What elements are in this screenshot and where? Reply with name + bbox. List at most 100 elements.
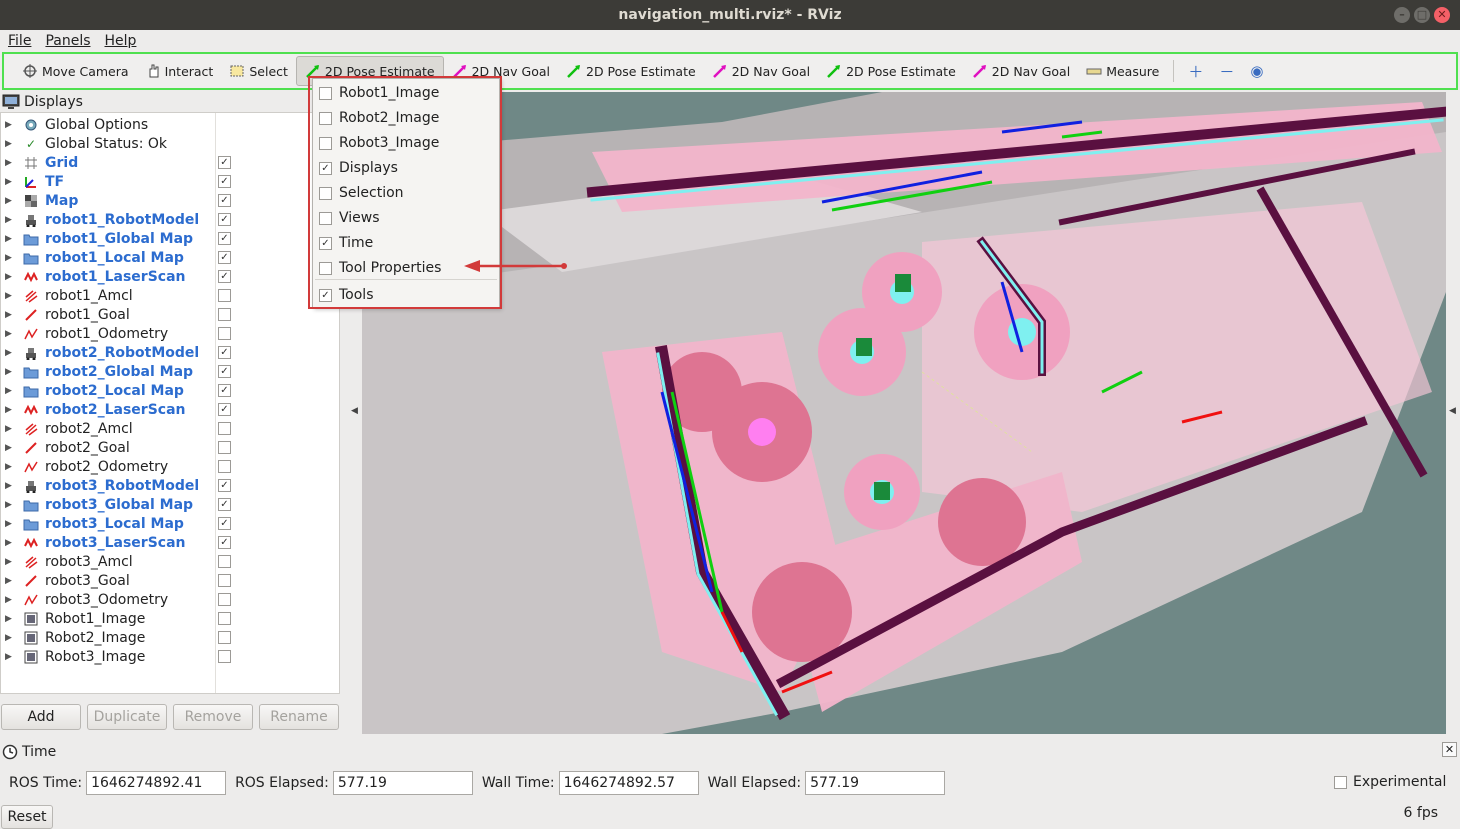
display-item[interactable]: ▶ robot3_Goal bbox=[1, 571, 339, 590]
expand-arrow-icon[interactable]: ▶ bbox=[5, 215, 15, 225]
display-enable-checkbox[interactable]: ✓ bbox=[218, 194, 231, 207]
display-item[interactable]: ▶ robot2_Amcl bbox=[1, 419, 339, 438]
experimental-checkbox[interactable]: Experimental bbox=[1334, 774, 1446, 790]
display-item[interactable]: ▶ Robot2_Image bbox=[1, 628, 339, 647]
tool-2d-nav-goal[interactable]: 2D Nav Goal bbox=[964, 56, 1078, 86]
ros-time-field[interactable]: 1646274892.41 bbox=[86, 771, 227, 795]
expand-arrow-icon[interactable]: ▶ bbox=[5, 462, 15, 472]
display-item[interactable]: ▶ robot3_Local Map ✓ bbox=[1, 514, 339, 533]
eye-icon[interactable]: ◉ bbox=[1242, 56, 1271, 86]
display-enable-checkbox[interactable]: ✓ bbox=[218, 270, 231, 283]
display-enable-checkbox[interactable] bbox=[218, 422, 231, 435]
collapse-right-arrow-icon[interactable]: ◀ bbox=[1449, 406, 1456, 416]
expand-arrow-icon[interactable]: ▶ bbox=[5, 614, 15, 624]
display-enable-checkbox[interactable] bbox=[218, 574, 231, 587]
wall-elapsed-field[interactable]: 577.19 bbox=[805, 771, 946, 795]
expand-arrow-icon[interactable]: ▶ bbox=[5, 557, 15, 567]
ros-elapsed-field[interactable]: 577.19 bbox=[332, 771, 473, 795]
display-enable-checkbox[interactable] bbox=[218, 555, 231, 568]
display-item[interactable]: ▶ robot3_Global Map ✓ bbox=[1, 495, 339, 514]
tool-2d-pose-estimate[interactable]: 2D Pose Estimate bbox=[558, 56, 704, 86]
display-item[interactable]: ▶ robot2_Goal bbox=[1, 438, 339, 457]
tool-move-camera[interactable]: Move Camera bbox=[14, 56, 137, 86]
tool-measure[interactable]: Measure bbox=[1078, 56, 1167, 86]
expand-arrow-icon[interactable]: ▶ bbox=[5, 652, 15, 662]
minus-icon[interactable]: － bbox=[1211, 56, 1242, 86]
display-enable-checkbox[interactable]: ✓ bbox=[218, 156, 231, 169]
render-3d-view[interactable] bbox=[362, 92, 1446, 734]
expand-arrow-icon[interactable]: ▶ bbox=[5, 633, 15, 643]
display-item[interactable]: ▶ Map ✓ bbox=[1, 191, 339, 210]
display-enable-checkbox[interactable]: ✓ bbox=[218, 213, 231, 226]
reset-button[interactable]: Reset bbox=[1, 805, 53, 829]
display-item[interactable]: ▶ robot2_Odometry bbox=[1, 457, 339, 476]
expand-arrow-icon[interactable]: ▶ bbox=[5, 120, 15, 130]
display-enable-checkbox[interactable] bbox=[218, 289, 231, 302]
display-enable-checkbox[interactable]: ✓ bbox=[218, 346, 231, 359]
expand-arrow-icon[interactable]: ▶ bbox=[5, 234, 15, 244]
display-enable-checkbox[interactable]: ✓ bbox=[218, 232, 231, 245]
expand-arrow-icon[interactable]: ▶ bbox=[5, 272, 15, 282]
display-enable-checkbox[interactable] bbox=[218, 650, 231, 663]
expand-arrow-icon[interactable]: ▶ bbox=[5, 386, 15, 396]
display-item[interactable]: ▶ TF ✓ bbox=[1, 172, 339, 191]
maximize-icon[interactable]: □ bbox=[1414, 7, 1430, 23]
expand-arrow-icon[interactable]: ▶ bbox=[5, 253, 15, 263]
plus-icon[interactable]: ＋ bbox=[1180, 56, 1211, 86]
display-enable-checkbox[interactable]: ✓ bbox=[218, 536, 231, 549]
display-item[interactable]: ▶ robot2_LaserScan ✓ bbox=[1, 400, 339, 419]
display-item[interactable]: ▶ robot2_Local Map ✓ bbox=[1, 381, 339, 400]
display-enable-checkbox[interactable] bbox=[218, 441, 231, 454]
display-item[interactable]: ▶ Grid ✓ bbox=[1, 153, 339, 172]
display-item[interactable]: ▶ robot1_Amcl bbox=[1, 286, 339, 305]
display-item[interactable]: ▶ Global Options bbox=[1, 115, 339, 134]
display-item[interactable]: ▶ robot2_Global Map ✓ bbox=[1, 362, 339, 381]
expand-arrow-icon[interactable]: ▶ bbox=[5, 367, 15, 377]
display-enable-checkbox[interactable] bbox=[218, 327, 231, 340]
expand-arrow-icon[interactable]: ▶ bbox=[5, 177, 15, 187]
add-button[interactable]: Add bbox=[1, 704, 81, 730]
display-item[interactable]: ▶ robot1_Goal bbox=[1, 305, 339, 324]
display-enable-checkbox[interactable]: ✓ bbox=[218, 175, 231, 188]
expand-arrow-icon[interactable]: ▶ bbox=[5, 329, 15, 339]
display-enable-checkbox[interactable] bbox=[218, 460, 231, 473]
tool-2d-nav-goal[interactable]: 2D Nav Goal bbox=[704, 56, 818, 86]
display-enable-checkbox[interactable]: ✓ bbox=[218, 517, 231, 530]
display-item[interactable]: ▶ robot1_Local Map ✓ bbox=[1, 248, 339, 267]
minimize-icon[interactable]: – bbox=[1394, 7, 1410, 23]
display-enable-checkbox[interactable] bbox=[218, 631, 231, 644]
expand-arrow-icon[interactable]: ▶ bbox=[5, 291, 15, 301]
display-item[interactable]: ▶ robot2_RobotModel ✓ bbox=[1, 343, 339, 362]
display-item[interactable]: ▶ Robot1_Image bbox=[1, 609, 339, 628]
expand-arrow-icon[interactable]: ▶ bbox=[5, 196, 15, 206]
expand-arrow-icon[interactable]: ▶ bbox=[5, 348, 15, 358]
display-enable-checkbox[interactable]: ✓ bbox=[218, 384, 231, 397]
display-enable-checkbox[interactable]: ✓ bbox=[218, 365, 231, 378]
display-item[interactable]: ▶ robot3_LaserScan ✓ bbox=[1, 533, 339, 552]
experimental-checkbox-box[interactable] bbox=[1334, 775, 1347, 789]
rename-button[interactable]: Rename bbox=[259, 704, 339, 730]
menu-help[interactable]: Help bbox=[101, 33, 141, 49]
expand-arrow-icon[interactable]: ▶ bbox=[5, 538, 15, 548]
display-item[interactable]: ▶ robot1_LaserScan ✓ bbox=[1, 267, 339, 286]
display-enable-checkbox[interactable]: ✓ bbox=[218, 498, 231, 511]
display-enable-checkbox[interactable]: ✓ bbox=[218, 479, 231, 492]
tool-interact[interactable]: Interact bbox=[137, 56, 222, 86]
display-enable-checkbox[interactable]: ✓ bbox=[218, 251, 231, 264]
expand-arrow-icon[interactable]: ▶ bbox=[5, 443, 15, 453]
display-item[interactable]: ▶ robot3_Odometry bbox=[1, 590, 339, 609]
display-enable-checkbox[interactable] bbox=[218, 308, 231, 321]
display-enable-checkbox[interactable]: ✓ bbox=[218, 403, 231, 416]
display-item[interactable]: ▶ robot1_RobotModel ✓ bbox=[1, 210, 339, 229]
expand-arrow-icon[interactable]: ▶ bbox=[5, 576, 15, 586]
wall-time-field[interactable]: 1646274892.57 bbox=[558, 771, 699, 795]
expand-arrow-icon[interactable]: ▶ bbox=[5, 405, 15, 415]
expand-arrow-icon[interactable]: ▶ bbox=[5, 158, 15, 168]
expand-arrow-icon[interactable]: ▶ bbox=[5, 595, 15, 605]
close-icon[interactable]: ✕ bbox=[1434, 7, 1450, 23]
display-item[interactable]: ▶ robot3_Amcl bbox=[1, 552, 339, 571]
expand-arrow-icon[interactable]: ▶ bbox=[5, 139, 15, 149]
display-item[interactable]: ▶ robot1_Global Map ✓ bbox=[1, 229, 339, 248]
displays-tree[interactable]: ▶ Global Options ▶ ✓ Global Status: Ok ▶ Grid ✓… bbox=[0, 112, 340, 694]
display-enable-checkbox[interactable] bbox=[218, 593, 231, 606]
